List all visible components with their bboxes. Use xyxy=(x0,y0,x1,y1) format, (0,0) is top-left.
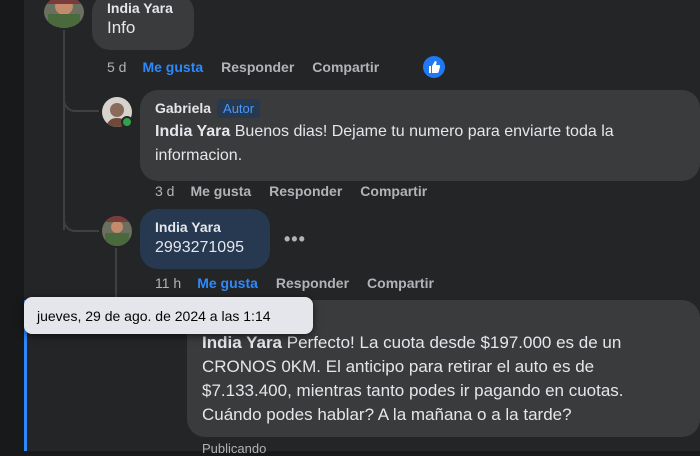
reply-button[interactable]: Responder xyxy=(276,275,349,291)
mention-link[interactable]: India Yara xyxy=(202,333,282,352)
share-button[interactable]: Compartir xyxy=(367,275,434,291)
comment-bubble-highlighted: India Yara 2993271095 xyxy=(140,209,270,269)
comment-author[interactable]: India Yara xyxy=(107,0,179,16)
profile-photo-icon xyxy=(102,216,132,246)
like-button[interactable]: Me gusta xyxy=(142,59,203,75)
tooltip-text: jueves, 29 de ago. de 2024 a las 1:14 xyxy=(37,307,271,324)
like-button[interactable]: Me gusta xyxy=(197,275,258,291)
reply-button[interactable]: Responder xyxy=(221,59,294,75)
comment-time[interactable]: 3 d xyxy=(155,183,174,199)
comment-text: India Yara Perfecto! La cuota desde $197… xyxy=(202,331,685,427)
more-options-button[interactable]: ••• xyxy=(284,229,306,250)
thumbs-up-icon xyxy=(429,61,441,73)
publishing-status: Publicando xyxy=(202,441,267,456)
like-button[interactable]: Me gusta xyxy=(190,183,251,199)
avatar[interactable] xyxy=(102,216,132,246)
share-button[interactable]: Compartir xyxy=(312,59,379,75)
mention-link[interactable]: India Yara xyxy=(155,123,230,140)
comment-text: Info xyxy=(107,18,136,37)
thread-connector xyxy=(63,80,99,112)
comment-author[interactable]: India Yara xyxy=(155,219,255,235)
comment-actions: 11 h Me gusta Responder Compartir xyxy=(155,275,452,291)
timestamp-tooltip: jueves, 29 de ago. de 2024 a las 1:14 xyxy=(24,297,313,334)
online-status-indicator xyxy=(121,116,133,128)
share-button[interactable]: Compartir xyxy=(360,183,427,199)
comment-time[interactable]: 11 h xyxy=(155,275,181,291)
thread-connector xyxy=(63,200,99,232)
comment-actions: 3 d Me gusta Responder Compartir xyxy=(155,183,445,199)
comment-bubble: Gabriela Autor India Yara Buenos dias! De… xyxy=(140,90,700,181)
author-badge: Autor xyxy=(217,99,261,118)
reply-button[interactable]: Responder xyxy=(269,183,342,199)
thread-line xyxy=(115,248,117,298)
comment-bubble: India Yara Info xyxy=(92,0,194,50)
left-gutter xyxy=(0,0,24,451)
comment-author[interactable]: Gabriela xyxy=(155,100,211,116)
comment-author-line: Gabriela Autor xyxy=(155,99,685,118)
comment-text: 2993271095 xyxy=(155,239,244,256)
comment-time[interactable]: 5 d xyxy=(107,59,126,75)
like-reaction[interactable] xyxy=(423,56,445,78)
comment-actions: 5 d Me gusta Responder Compartir xyxy=(107,59,397,75)
comment-text: India Yara Buenos dias! Dejame tu numero… xyxy=(155,120,685,168)
